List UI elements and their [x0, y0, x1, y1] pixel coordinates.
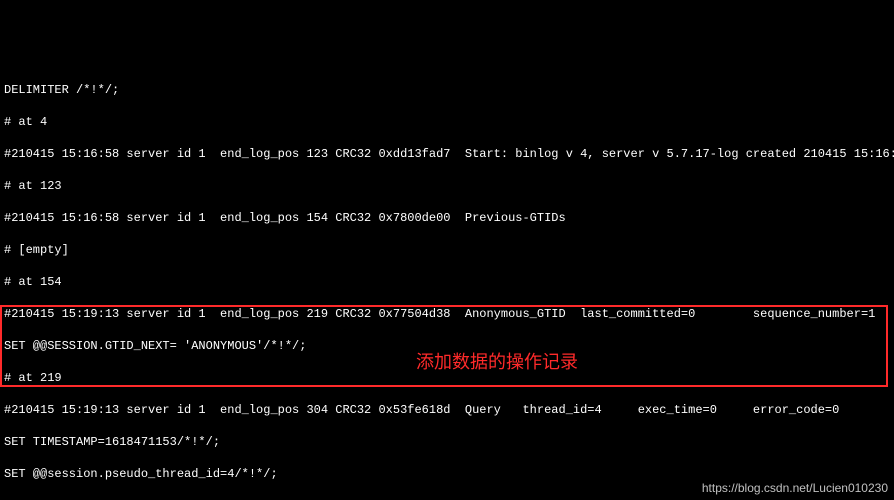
- log-line: DELIMITER /*!*/;: [4, 82, 890, 98]
- annotation-label: 添加数据的操作记录: [416, 354, 578, 370]
- watermark: https://blog.csdn.net/Lucien010230: [702, 480, 888, 496]
- log-line: # at 154: [4, 274, 890, 290]
- log-line: # at 123: [4, 178, 890, 194]
- log-line: # at 4: [4, 114, 890, 130]
- log-line: #210415 15:16:58 server id 1 end_log_pos…: [4, 146, 890, 162]
- log-line: #210415 15:16:58 server id 1 end_log_pos…: [4, 210, 890, 226]
- terminal-output: DELIMITER /*!*/; # at 4 #210415 15:16:58…: [0, 64, 894, 500]
- log-line: SET TIMESTAMP=1618471153/*!*/;: [4, 434, 890, 450]
- log-line: #210415 15:19:13 server id 1 end_log_pos…: [4, 306, 890, 322]
- log-line: # [empty]: [4, 242, 890, 258]
- log-line: #210415 15:19:13 server id 1 end_log_pos…: [4, 402, 890, 418]
- log-line: # at 219: [4, 370, 890, 386]
